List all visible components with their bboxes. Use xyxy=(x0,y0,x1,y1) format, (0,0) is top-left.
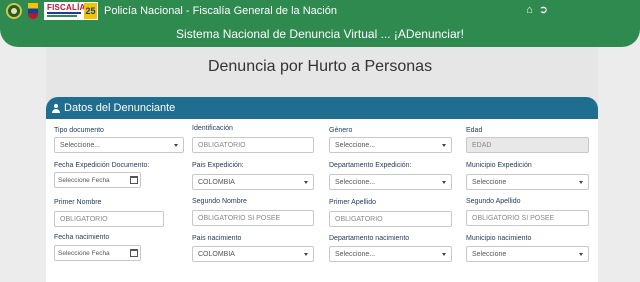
segundo-apellido-field: Segundo Apellido OBLIGATORIO SI POSEE xyxy=(466,198,589,226)
tipo-documento-select[interactable]: Seleccione... xyxy=(54,137,184,153)
pais-expedicion-field: Pais Expedición: COLOMBIA xyxy=(192,162,314,190)
fecha-nacimiento-label: Fecha nacimiento xyxy=(54,234,110,241)
departamento-nacimiento-field: Departamento nacimiento Seleccione... xyxy=(329,235,452,262)
primer-apellido-input[interactable]: OBLIGATORIO xyxy=(329,211,452,227)
primer-apellido-field: Primer Apellido OBLIGATORIO xyxy=(329,199,452,227)
fiscalia-anniversary-badge: 25 xyxy=(84,2,97,19)
primer-nombre-field: Primer Nombre OBLIGATORIO xyxy=(54,199,184,227)
colombia-shield-logo xyxy=(28,2,38,19)
identificacion-input[interactable]: OBLIGATORIO xyxy=(192,137,314,153)
system-banner: Sistema Nacional de Denuncia Virtual ...… xyxy=(0,21,640,47)
top-icons: ⌂ ➲ xyxy=(526,3,548,17)
fecha-nacimiento-placeholder: Seleccione Fecha xyxy=(58,249,110,257)
municipio-expedicion-field: Municipio Expedición Seleccione xyxy=(466,162,589,190)
fecha-expedicion-label: Fecha Expedición Documento: xyxy=(54,162,150,169)
user-icon xyxy=(52,104,60,113)
departamento-expedicion-field: Departamento Expedición: Seleccione... xyxy=(329,162,452,190)
segundo-apellido-input[interactable]: OBLIGATORIO SI POSEE xyxy=(466,210,589,226)
edad-input: EDAD xyxy=(466,137,589,153)
municipio-expedicion-label: Municipio Expedición xyxy=(466,162,532,169)
calendar-icon[interactable] xyxy=(130,249,138,257)
municipio-nacimiento-select[interactable]: Seleccione xyxy=(466,246,589,262)
page-title: Denuncia por Hurto a Personas xyxy=(207,58,433,75)
genero-field: Género Seleccione... xyxy=(329,127,452,153)
municipio-nacimiento-field: Municipio nacimiento Seleccione xyxy=(466,235,589,262)
logout-icon[interactable]: ➲ xyxy=(539,3,548,17)
departamento-nacimiento-label: Departamento nacimiento xyxy=(329,235,410,242)
fiscalia-logo-text: FISCALÍA xyxy=(47,2,86,12)
primer-apellido-label: Primer Apellido xyxy=(329,199,377,206)
segundo-nombre-input[interactable]: OBLIGATORIO SI POSEE xyxy=(192,210,314,226)
genero-select[interactable]: Seleccione... xyxy=(329,137,452,153)
segundo-nombre-label: Segundo Nombre xyxy=(192,198,247,205)
identificacion-label: Identificación xyxy=(192,125,233,132)
section-header: Datos del Denunciante xyxy=(46,97,598,119)
departamento-nacimiento-select[interactable]: Seleccione... xyxy=(329,246,452,262)
primer-nombre-label: Primer Nombre xyxy=(54,199,102,206)
pais-nacimiento-field: Pais nacimiento COLOMBIA xyxy=(192,235,314,262)
departamento-expedicion-label: Departamento Expedición: xyxy=(329,162,412,169)
pais-nacimiento-select[interactable]: COLOMBIA xyxy=(192,246,314,262)
departamento-expedicion-select[interactable]: Seleccione... xyxy=(329,174,452,190)
segundo-nombre-field: Segundo Nombre OBLIGATORIO SI POSEE xyxy=(192,198,314,226)
identificacion-field: Identificación OBLIGATORIO xyxy=(192,125,314,153)
fecha-nacimiento-field: Fecha nacimiento Seleccione Fecha xyxy=(54,234,184,261)
pais-nacimiento-label: Pais nacimiento xyxy=(192,235,242,242)
top-navbar: FISCALÍA 25 Policía Nacional - Fiscalía … xyxy=(0,0,640,21)
tipo-documento-label: Tipo documento xyxy=(54,127,104,134)
genero-label: Género xyxy=(329,127,353,134)
edad-field: Edad EDAD xyxy=(466,127,589,153)
policia-logo xyxy=(6,2,22,19)
section-title: Datos del Denunciante xyxy=(64,102,176,114)
fecha-expedicion-placeholder: Seleccione Fecha xyxy=(58,176,110,184)
tipo-documento-field: Tipo documento Seleccione... xyxy=(54,127,184,153)
pais-expedicion-label: Pais Expedición: xyxy=(192,162,244,169)
calendar-icon[interactable] xyxy=(130,176,138,184)
municipio-nacimiento-label: Municipio nacimiento xyxy=(466,235,532,242)
fiscalia-logo: FISCALÍA 25 xyxy=(44,1,98,20)
pais-expedicion-select[interactable]: COLOMBIA xyxy=(192,174,314,190)
edad-label: Edad xyxy=(466,127,483,134)
segundo-apellido-label: Segundo Apellido xyxy=(466,198,521,205)
home-icon[interactable]: ⌂ xyxy=(526,3,533,17)
site-title: Policía Nacional - Fiscalía General de l… xyxy=(104,4,337,17)
fecha-expedicion-field: Fecha Expedición Documento: Seleccione F… xyxy=(54,162,184,188)
fecha-nacimiento-input[interactable]: Seleccione Fecha xyxy=(54,245,141,261)
denunciante-form: Tipo documento Seleccione... Identificac… xyxy=(46,119,598,282)
municipio-expedicion-select[interactable]: Seleccione xyxy=(466,174,589,190)
primer-nombre-input[interactable]: OBLIGATORIO xyxy=(54,211,164,227)
logos: FISCALÍA 25 xyxy=(0,0,98,21)
fecha-expedicion-input[interactable]: Seleccione Fecha xyxy=(54,172,141,188)
